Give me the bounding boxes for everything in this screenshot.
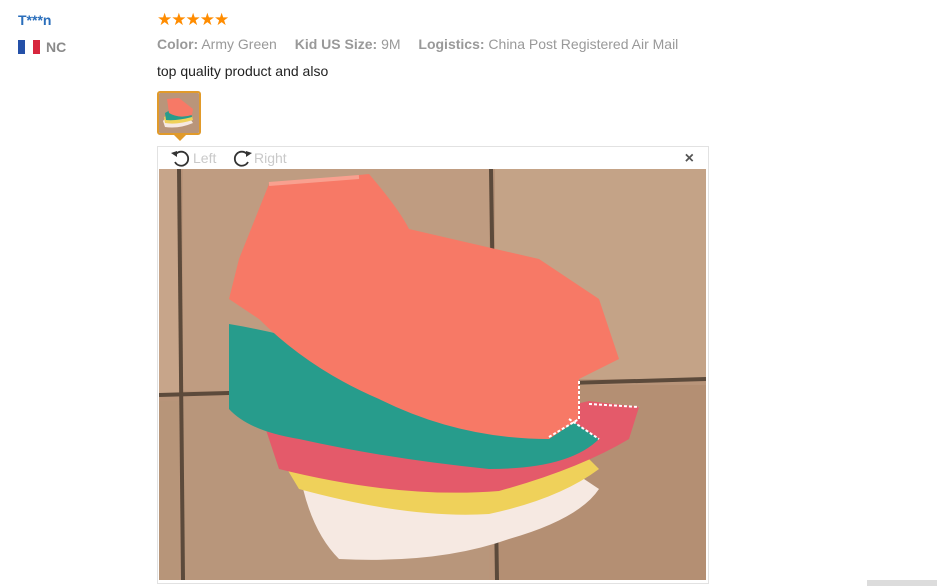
attribute-color: Color: Army Green: [157, 36, 281, 52]
attribute-key: Kid US Size:: [294, 36, 378, 52]
star-icon: ★: [214, 10, 230, 29]
reviewer-name[interactable]: T***n: [18, 12, 51, 28]
review-text: top quality product and also: [157, 63, 329, 79]
thumbnail-pointer: [174, 135, 186, 141]
review-photo-thumbnail[interactable]: [157, 91, 201, 135]
france-flag-icon: [18, 40, 40, 54]
star-rating: ★ ★ ★ ★ ★: [157, 10, 230, 29]
close-viewer-button[interactable]: ×: [685, 150, 694, 168]
star-icon: ★: [157, 10, 173, 29]
attribute-size: Kid US Size: 9M: [295, 36, 405, 52]
thumbnail-image: [159, 93, 199, 133]
star-icon: ★: [199, 10, 215, 29]
attribute-value: China Post Registered Air Mail: [488, 36, 679, 52]
review-photo-image: [159, 169, 706, 580]
horizontal-scrollbar[interactable]: [867, 580, 937, 586]
attribute-value: 9M: [381, 36, 401, 52]
review-photo: [159, 169, 706, 580]
attribute-logistics: Logistics: China Post Registered Air Mai…: [418, 36, 678, 52]
photo-viewer: Left Right ×: [157, 146, 709, 584]
order-attributes: Color: Army Green Kid US Size: 9M Logist…: [157, 36, 692, 52]
reviewer-country: NC: [18, 39, 66, 55]
rotate-left-label: Left: [193, 150, 217, 166]
attribute-value: Army Green: [201, 36, 277, 52]
attribute-key: Logistics:: [418, 36, 485, 52]
rotate-right-button[interactable]: Right: [231, 148, 287, 168]
rotate-left-icon: [171, 150, 190, 167]
rotate-right-label: Right: [254, 150, 287, 166]
rotate-right-icon: [233, 150, 252, 167]
photo-toolbar: Left Right ×: [158, 147, 708, 169]
rotate-left-button[interactable]: Left: [170, 148, 216, 168]
star-icon: ★: [185, 10, 201, 29]
star-icon: ★: [171, 10, 187, 29]
country-code: NC: [46, 39, 67, 55]
attribute-key: Color:: [157, 36, 199, 52]
